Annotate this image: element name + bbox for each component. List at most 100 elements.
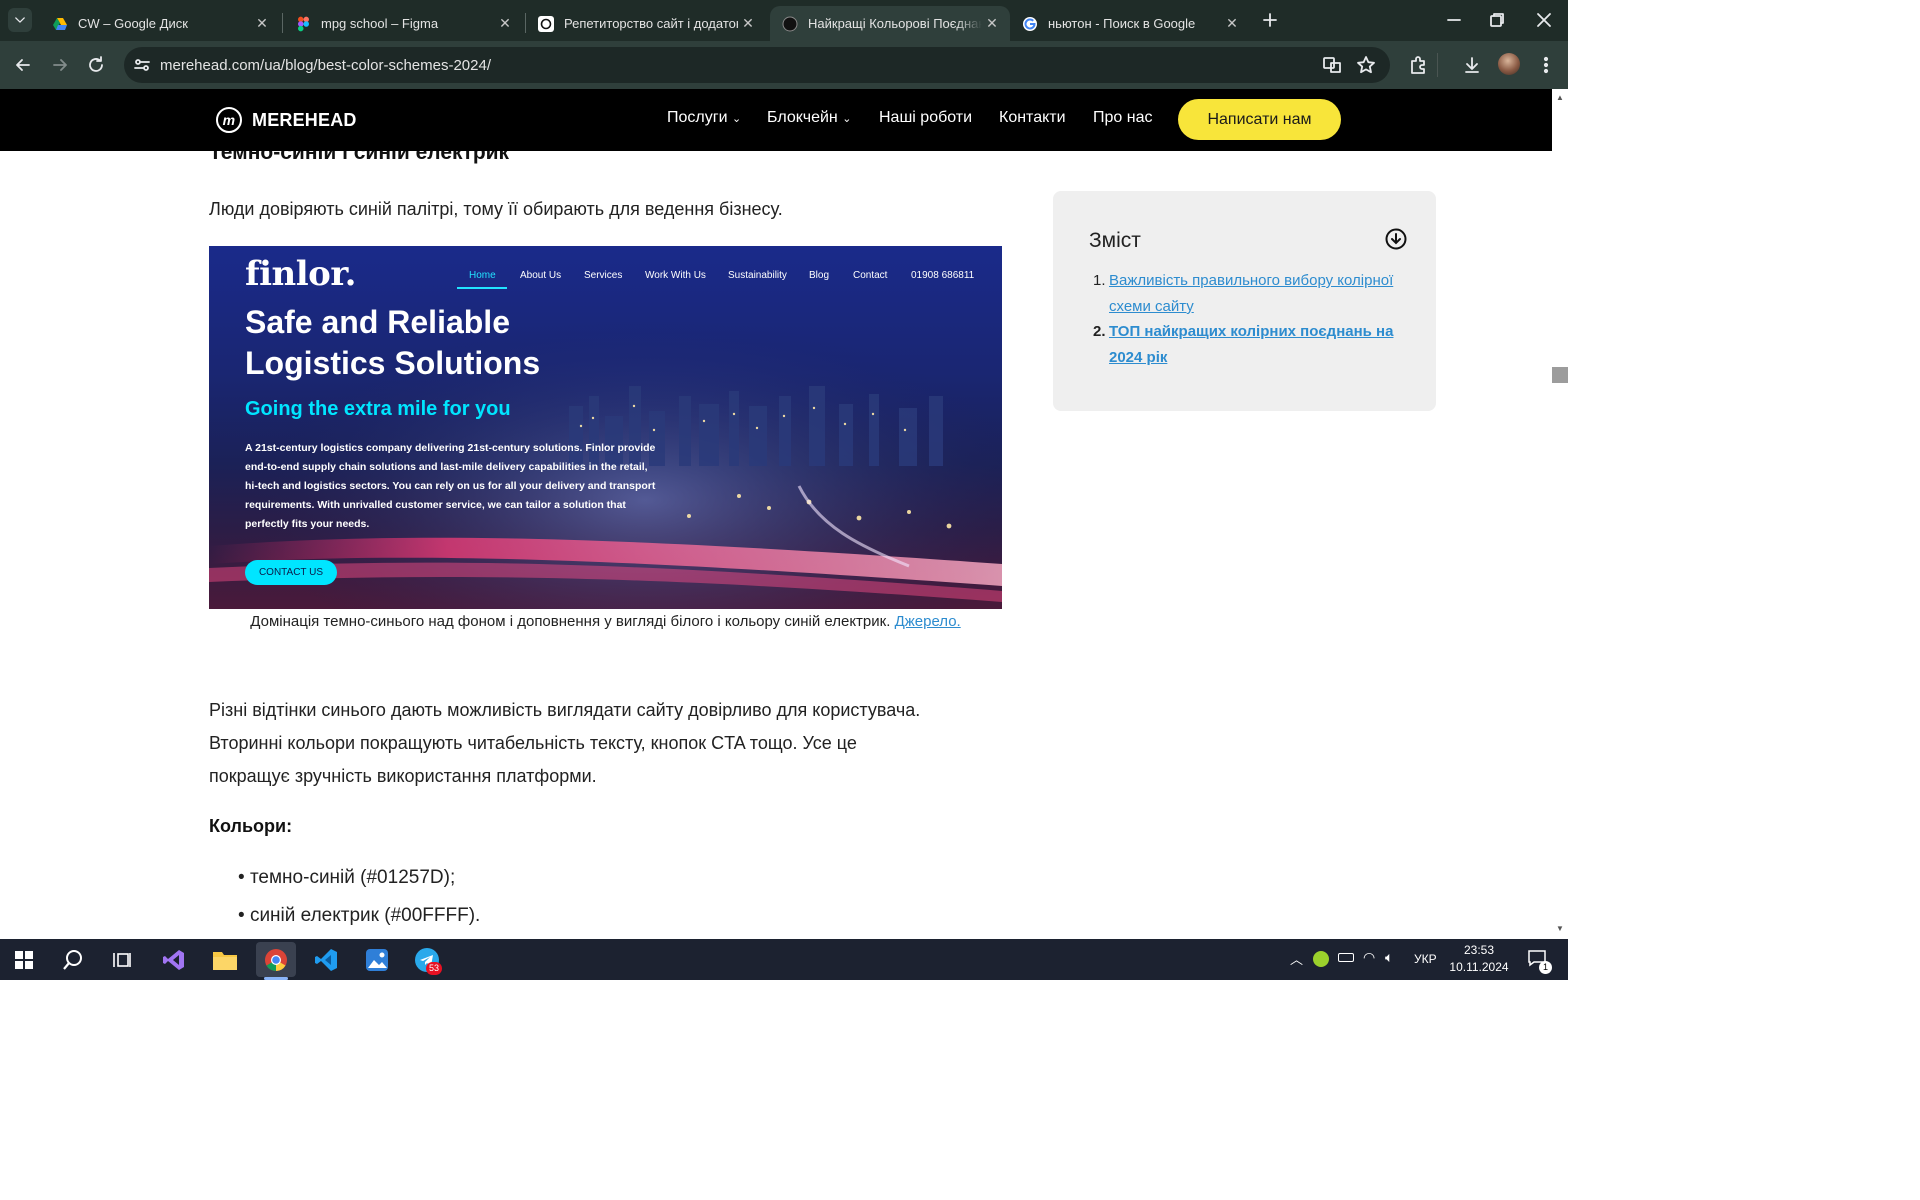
file-explorer-app[interactable] <box>209 945 241 975</box>
scrollbar-thumb[interactable] <box>1552 367 1568 383</box>
volume-icon[interactable]: 🔈︎ <box>1385 949 1393 966</box>
tab-close-icon[interactable]: ✕ <box>738 15 758 32</box>
colors-list-item: • синій електрик (#00FFFF). <box>238 905 481 926</box>
chevron-down-icon: ⌄ <box>842 113 852 125</box>
tab-openai[interactable]: Репетиторство сайт і додаток ✕ <box>526 6 766 41</box>
toc-title: Зміст <box>1089 229 1141 252</box>
forward-button[interactable] <box>50 55 70 75</box>
finlor-body-line: end-to-end supply chain solutions and la… <box>245 461 648 473</box>
notification-count-badge: 1 <box>1539 961 1552 974</box>
site-info-icon[interactable] <box>132 55 152 75</box>
finlor-title: Safe and Reliable Logistics Solutions <box>245 302 540 384</box>
chrome-icon <box>265 948 287 971</box>
profile-avatar[interactable] <box>1498 53 1520 75</box>
vscode-icon <box>315 949 337 971</box>
new-tab-button[interactable] <box>1260 10 1280 30</box>
finlor-body-line: perfectly fits your needs. <box>245 518 370 530</box>
start-button[interactable] <box>8 945 40 975</box>
photos-app[interactable] <box>361 945 393 975</box>
nav-item-blockchain[interactable]: Блокчейн ⌄ <box>767 109 851 127</box>
intro-paragraph: Люди довіряють синій палітрі, тому її об… <box>209 199 783 219</box>
nav-item-portfolio[interactable]: Наші роботи <box>879 109 972 127</box>
finlor-example-image: finlor. Home About Us Services Work With… <box>209 246 1002 609</box>
visual-studio-app[interactable] <box>158 945 190 975</box>
browser-toolbar: merehead.com/ua/blog/best-color-schemes-… <box>0 41 1568 89</box>
finlor-nav-sustainability: Sustainability <box>728 270 787 281</box>
finlor-nav-about: About Us <box>520 270 562 281</box>
finlor-body: A 21st-century logistics company deliver… <box>245 439 655 534</box>
site-header: m MEREHEAD Послуги ⌄ Блокчейн ⌄ Наші роб… <box>0 89 1552 151</box>
tab-close-icon[interactable]: ✕ <box>1222 15 1242 32</box>
nav-item-about[interactable]: Про нас <box>1093 109 1152 127</box>
finlor-title-line: Logistics Solutions <box>245 345 541 381</box>
paragraph-line: Різні відтінки синього дають можливість … <box>209 700 921 720</box>
restore-button[interactable] <box>1487 10 1507 30</box>
chrome-app-active[interactable] <box>256 942 296 977</box>
tab-close-icon[interactable]: ✕ <box>982 15 1002 32</box>
search-button[interactable] <box>57 945 89 975</box>
finlor-nav-home: Home <box>469 270 496 281</box>
nav-item-contacts[interactable]: Контакти <box>999 109 1066 127</box>
toc-item-active[interactable]: 2. ТОП найкращих колірних поєднань на 20… <box>1093 319 1413 371</box>
tab-strip: CW – Google Диск ✕ mpg school – Figma ✕ … <box>0 0 1568 41</box>
clock[interactable]: 23:53 10.11.2024 <box>1449 942 1509 976</box>
scroll-up-icon[interactable]: ▲ <box>1556 93 1564 102</box>
url-text[interactable]: merehead.com/ua/blog/best-color-schemes-… <box>160 57 491 74</box>
merehead-logo[interactable]: m MEREHEAD <box>216 107 357 133</box>
city-night-illustration <box>209 246 1002 609</box>
google-drive-icon <box>52 16 68 32</box>
task-view-icon <box>113 953 131 967</box>
task-view-button[interactable] <box>106 945 138 975</box>
back-button[interactable] <box>13 55 33 75</box>
address-bar[interactable]: merehead.com/ua/blog/best-color-schemes-… <box>124 47 1390 83</box>
extensions-button[interactable] <box>1408 55 1428 75</box>
finlor-nav-blog: Blog <box>809 270 830 281</box>
scroll-down-icon[interactable]: ▼ <box>1556 924 1564 933</box>
wifi-icon[interactable]: ◠ <box>1363 949 1375 966</box>
battery-icon[interactable] <box>1338 953 1354 962</box>
tab-close-icon[interactable]: ✕ <box>495 15 515 32</box>
tab-close-icon[interactable]: ✕ <box>252 15 272 32</box>
toc-toggle-button[interactable] <box>1385 228 1407 255</box>
browser-menu-button[interactable] <box>1536 55 1556 75</box>
active-app-indicator <box>264 977 288 980</box>
plus-icon <box>1263 13 1277 27</box>
caption-text: Домінація темно-синього над фоном і допо… <box>250 613 891 630</box>
colors-label: Кольори: <box>209 816 293 836</box>
downloads-button[interactable] <box>1462 55 1482 75</box>
toolbar-separator <box>1437 53 1438 77</box>
toc-item-link[interactable]: ТОП найкращих колірних поєднань на 2024 … <box>1109 319 1409 371</box>
vscode-app[interactable] <box>310 945 342 975</box>
tab-search-button[interactable] <box>8 8 32 32</box>
translate-icon[interactable] <box>1322 55 1342 75</box>
tab-figma[interactable]: mpg school – Figma ✕ <box>283 6 523 41</box>
write-us-button[interactable]: Написати нам <box>1178 99 1341 140</box>
finlor-body-line: requirements. With unrivalled customer s… <box>245 499 626 511</box>
chevron-down-icon <box>15 17 25 23</box>
tab-google-search[interactable]: ньютон - Поиск в Google ✕ <box>1010 6 1250 41</box>
reload-button[interactable] <box>86 55 106 75</box>
tab-google-drive[interactable]: CW – Google Диск ✕ <box>40 6 280 41</box>
toc-item[interactable]: 1. Важливість правильного вибору колірно… <box>1093 268 1413 320</box>
nav-item-services[interactable]: Послуги ⌄ <box>667 109 741 127</box>
toc-item-link[interactable]: Важливість правильного вибору колірної с… <box>1109 268 1409 320</box>
tray-app-icon[interactable] <box>1313 951 1329 967</box>
caption-source-link[interactable]: Джерело. <box>895 613 961 630</box>
language-indicator[interactable]: УКР <box>1414 952 1437 966</box>
page-scrollbar[interactable]: ▲ ▼ <box>1552 89 1568 939</box>
openai-icon <box>538 15 554 32</box>
figma-icon <box>295 16 311 32</box>
minimize-button[interactable] <box>1444 10 1464 30</box>
clock-date: 10.11.2024 <box>1449 960 1509 974</box>
show-hidden-icons-button[interactable]: ︿ <box>1290 949 1303 968</box>
finlor-body-line: hi-tech and logistics sectors. You can r… <box>245 480 656 492</box>
folder-icon <box>213 952 237 970</box>
tab-merehead-active[interactable]: Найкращі Кольорові Поєднанн ✕ <box>770 6 1010 41</box>
close-window-button[interactable] <box>1534 10 1554 30</box>
table-of-contents: Зміст 1. Важливість правильного вибору к… <box>1053 191 1436 411</box>
star-icon[interactable] <box>1356 55 1376 75</box>
clock-time: 23:53 <box>1463 943 1495 957</box>
paragraph-line: Вторинні кольори покращують читабельніст… <box>209 733 857 753</box>
merehead-logo-text: MEREHEAD <box>252 109 357 130</box>
finlor-subtitle: Going the extra mile for you <box>245 398 511 420</box>
